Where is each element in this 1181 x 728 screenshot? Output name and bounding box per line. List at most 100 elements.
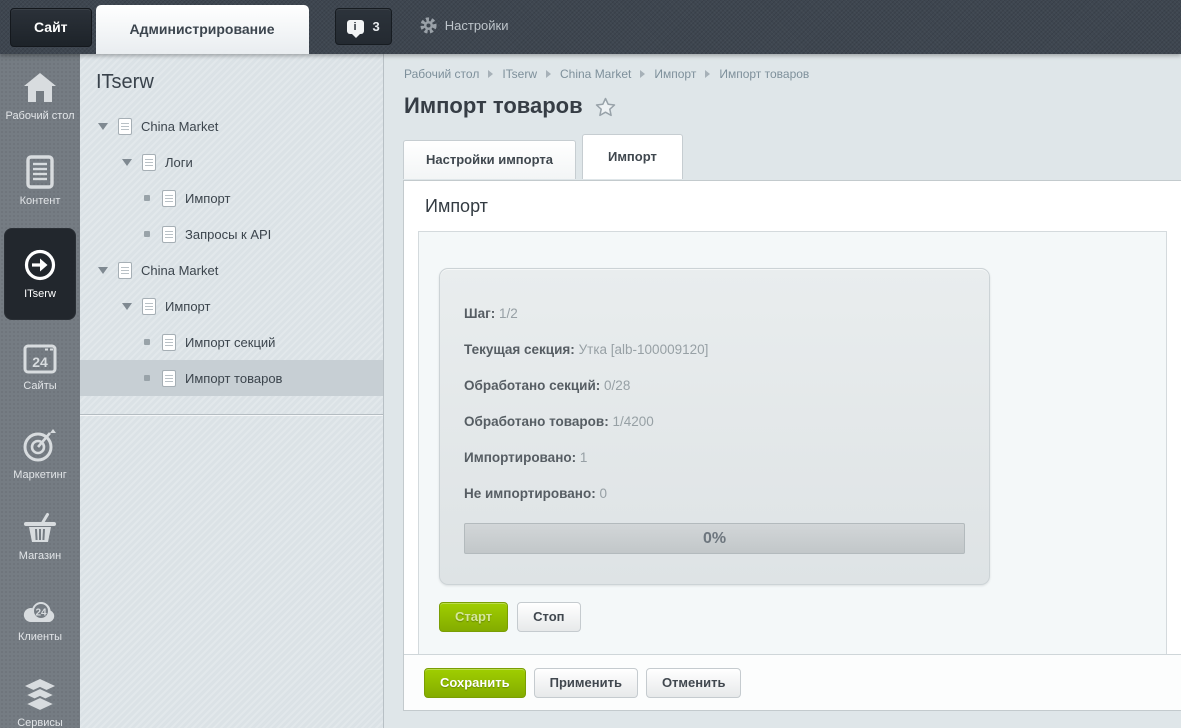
breadcrumb-separator-icon [546, 70, 551, 78]
status-row-products-processed: Обработано товаров: 1/4200 [464, 404, 965, 440]
page-icon [118, 262, 132, 279]
bullet-icon [144, 195, 150, 201]
main-content: Рабочий стол ITserw China Market Импорт … [384, 54, 1181, 728]
status-label: Импортировано: [464, 450, 576, 465]
status-row-imported: Импортировано: 1 [464, 440, 965, 476]
notifications-button[interactable]: i 3 [335, 8, 392, 45]
tree-item-label: Импорт товаров [185, 371, 282, 386]
site-tab[interactable]: Сайт [10, 8, 92, 47]
tree-item-china-market-1[interactable]: China Market [80, 108, 383, 144]
collapse-arrow-icon[interactable] [122, 303, 132, 310]
sidebar-item-label: Сервисы [0, 717, 80, 728]
tree-item-china-market-2[interactable]: China Market [80, 252, 383, 288]
browser-24-icon: 24 [23, 343, 57, 374]
bitrix-admin-screen: Сайт Администрирование i 3 Настройки Раб… [0, 0, 1181, 728]
cancel-button[interactable]: Отменить [646, 668, 742, 698]
page-icon [162, 370, 176, 387]
settings-label: Настройки [445, 18, 509, 33]
tree-item-label: China Market [141, 263, 218, 278]
collapse-arrow-icon[interactable] [122, 159, 132, 166]
sidebar-item-clients[interactable]: 24 Клиенты [0, 578, 80, 662]
tree-item-import-sections[interactable]: Импорт секций [80, 324, 383, 360]
status-label: Обработано товаров: [464, 414, 609, 429]
status-row-not-imported: Не импортировано: 0 [464, 476, 965, 512]
breadcrumb-link[interactable]: Импорт [654, 67, 696, 81]
status-label: Текущая секция: [464, 342, 575, 357]
status-row-current-section: Текущая секция: Утка [alb-100009120] [464, 332, 965, 368]
breadcrumb-link[interactable]: China Market [560, 67, 631, 81]
status-value: 1 [580, 450, 588, 465]
tree-item-label: China Market [141, 119, 218, 134]
breadcrumb-link[interactable]: Рабочий стол [404, 67, 479, 81]
breadcrumb-separator-icon [705, 70, 710, 78]
navigation-tree-panel: ITserw China Market Логи Импорт Запросы … [80, 54, 384, 728]
tree-item-logs[interactable]: Логи [80, 144, 383, 180]
page-title: Импорт товаров [404, 93, 583, 119]
breadcrumb-link[interactable]: Импорт товаров [719, 67, 809, 81]
sidebar-item-content[interactable]: Контент [0, 138, 80, 222]
stop-button[interactable]: Стоп [517, 602, 580, 632]
breadcrumb-link[interactable]: ITserw [502, 67, 537, 81]
page-icon [162, 334, 176, 351]
topbar: Сайт Администрирование i 3 Настройки [0, 0, 1181, 54]
sidebar-item-label: Маркетинг [0, 469, 80, 481]
tab-import[interactable]: Импорт [582, 134, 683, 179]
sidebar-item-shop[interactable]: Магазин [0, 494, 80, 578]
status-row-sections-processed: Обработано секций: 0/28 [464, 368, 965, 404]
status-value: 1/2 [499, 306, 518, 321]
collapse-arrow-icon[interactable] [98, 123, 108, 130]
sidebar-item-services[interactable]: Сервисы [0, 662, 80, 728]
sidebar-item-marketing[interactable]: Маркетинг [0, 410, 80, 494]
bullet-icon [144, 231, 150, 237]
collapse-arrow-icon[interactable] [98, 267, 108, 274]
tree-item-import-products[interactable]: Импорт товаров [80, 360, 383, 396]
sidebar-item-label: Магазин [0, 550, 80, 562]
info-bubble-icon: i [347, 20, 364, 34]
arrow-circle-icon [23, 248, 57, 282]
tree-item-label: Логи [165, 155, 193, 170]
notification-count: 3 [373, 19, 380, 34]
tree-title: ITserw [96, 71, 383, 94]
tab-import-settings[interactable]: Настройки импорта [403, 140, 576, 179]
bullet-icon [144, 339, 150, 345]
status-value: 0/28 [604, 378, 630, 393]
apply-button[interactable]: Применить [534, 668, 638, 698]
breadcrumb-separator-icon [488, 70, 493, 78]
settings-button[interactable]: Настройки [420, 17, 509, 34]
status-label: Шаг: [464, 306, 495, 321]
module-sidebar: Рабочий стол Контент ITserw [0, 54, 80, 728]
page-icon [142, 154, 156, 171]
status-value: 1/4200 [612, 414, 653, 429]
save-button[interactable]: Сохранить [424, 668, 526, 698]
page-icon [142, 298, 156, 315]
sidebar-item-desktop[interactable]: Рабочий стол [0, 54, 80, 138]
sidebar-item-label: Клиенты [0, 631, 80, 643]
page-icon [162, 226, 176, 243]
home-icon [22, 71, 58, 104]
tree-item-import[interactable]: Импорт [80, 288, 383, 324]
tree-divider [80, 414, 383, 415]
target-icon [22, 427, 58, 463]
document-icon [25, 155, 55, 189]
star-icon[interactable] [595, 97, 616, 117]
tree-item-api-requests[interactable]: Запросы к API [80, 216, 383, 252]
status-value: Утка [alb-100009120] [579, 342, 709, 357]
sidebar-item-label: ITserw [4, 288, 76, 300]
basket-icon [22, 511, 58, 544]
status-row-step: Шаг: 1/2 [464, 296, 965, 332]
tab-content: Импорт Шаг: 1/2 Текущая секция: Утка [al… [403, 180, 1181, 711]
cloud-24-icon: 24 [22, 595, 58, 625]
sidebar-item-sites[interactable]: 24 Сайты [0, 326, 80, 410]
tree-item-import-log[interactable]: Импорт [80, 180, 383, 216]
progress-bar: 0% [464, 523, 965, 554]
status-label: Обработано секций: [464, 378, 600, 393]
breadcrumb: Рабочий стол ITserw China Market Импорт … [384, 54, 1181, 81]
status-label: Не импортировано: [464, 486, 596, 501]
sidebar-item-itserw[interactable]: ITserw [4, 228, 76, 320]
sidebar-item-label: Сайты [0, 380, 80, 392]
detail-tabs: Настройки импорта Импорт [384, 134, 1181, 179]
start-button[interactable]: Старт [439, 602, 508, 632]
import-status-panel: Шаг: 1/2 Текущая секция: Утка [alb-10000… [439, 268, 990, 585]
administration-tab[interactable]: Администрирование [96, 5, 309, 54]
gear-icon [420, 17, 437, 34]
